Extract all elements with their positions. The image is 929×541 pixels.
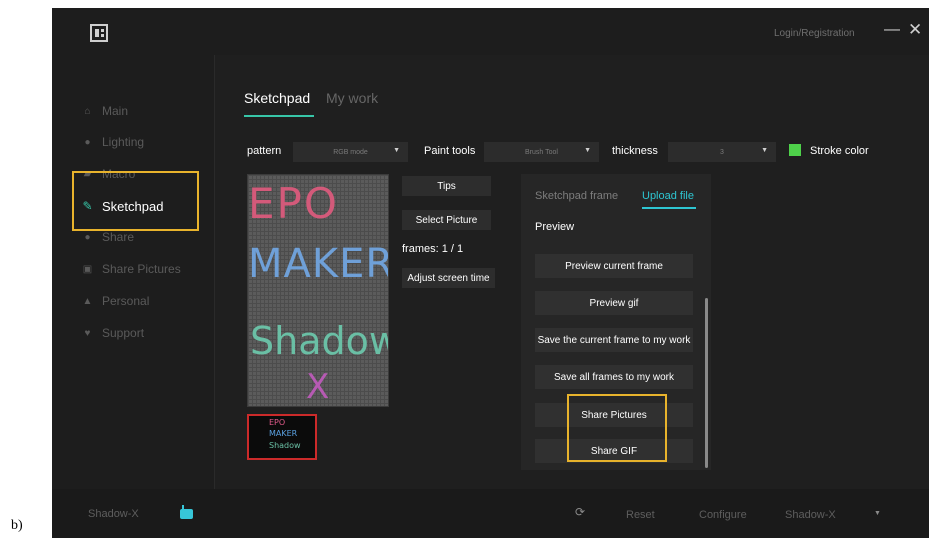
sketch-canvas[interactable]: EPO MAKER Shadow X (247, 174, 389, 407)
heart-icon: ♥ (84, 327, 91, 339)
sidebar-item-label: Main (102, 104, 129, 118)
person-icon: ▲ (82, 295, 93, 307)
tab-my-work[interactable]: My work (326, 90, 378, 106)
paint-tools-select-value: Brush Tool (525, 148, 558, 156)
home-icon: ⌂ (84, 105, 91, 117)
tab-upload-file[interactable]: Upload file (642, 190, 694, 202)
figure-caption: b) (11, 518, 23, 533)
share-icon: ● (84, 231, 91, 243)
pattern-label: pattern (247, 145, 282, 157)
active-tab-underline (244, 115, 314, 117)
sidebar: ⌂ Main ● Lighting ▰ Macro ✎ Sketchpad ● … (52, 55, 215, 489)
sidebar-item-label: Lighting (102, 135, 145, 149)
title-bar: Login/Registration — ✕ (52, 8, 929, 55)
bulb-icon: ● (84, 136, 91, 148)
preview-section-label: Preview (535, 221, 575, 233)
preview-gif-button[interactable]: Preview gif (535, 291, 693, 315)
preview-current-frame-button[interactable]: Preview current frame (535, 254, 693, 278)
sidebar-item-main[interactable]: ⌂ Main (82, 101, 128, 121)
refresh-icon[interactable]: ⟳ (575, 505, 585, 519)
sidebar-item-share-pictures[interactable]: ▣ Share Pictures (82, 259, 181, 279)
pattern-select[interactable]: RGB mode ▼ (293, 142, 408, 162)
sidebar-item-label: Share (102, 230, 135, 244)
stroke-color-label: Stroke color (810, 145, 869, 157)
configure-button[interactable]: Configure (699, 509, 747, 521)
device-name: Shadow-X (88, 508, 139, 520)
active-tab-underline (642, 207, 696, 209)
login-registration-link[interactable]: Login/Registration (774, 28, 855, 39)
chevron-down-icon: ▼ (584, 147, 591, 154)
share-pictures-icon: ▣ (82, 263, 93, 275)
paint-tools-label: Paint tools (424, 145, 476, 157)
close-icon[interactable]: ✕ (908, 21, 922, 38)
profile-select[interactable]: Shadow-X (785, 509, 836, 521)
tips-button[interactable]: Tips (402, 176, 491, 196)
tab-sketchpad-frame[interactable]: Sketchpad frame (535, 190, 618, 202)
sidebar-item-lighting[interactable]: ● Lighting (82, 132, 144, 152)
paint-tools-select[interactable]: Brush Tool ▼ (484, 142, 599, 162)
chevron-down-icon: ▼ (393, 147, 400, 154)
thickness-select[interactable]: 3 ▼ (668, 142, 776, 162)
save-all-frames-button[interactable]: Save all frames to my work (535, 365, 693, 389)
thickness-label: thickness (612, 145, 658, 157)
pattern-select-value: RGB mode (333, 148, 368, 156)
thumb-text-line: EPO (269, 418, 286, 427)
canvas-text-line: X (306, 367, 330, 407)
status-bar: Shadow-X ⟳ Reset Configure Shadow-X ▼ (52, 489, 929, 538)
app-logo-icon (90, 24, 108, 42)
sidebar-item-label: Share Pictures (102, 262, 181, 276)
frames-counter: frames: 1 / 1 (402, 243, 464, 255)
chevron-down-icon[interactable]: ▼ (874, 510, 881, 517)
sketchpad-toolbar: pattern RGB mode ▼ Paint tools Brush Too… (247, 141, 927, 163)
canvas-text-line: Shadow (250, 319, 389, 363)
thumb-text-line: MAKER (269, 429, 298, 438)
chevron-down-icon: ▼ (761, 147, 768, 154)
sidebar-item-personal[interactable]: ▲ Personal (82, 291, 150, 311)
canvas-text-line: EPO (248, 179, 339, 228)
highlight-box-share-buttons (567, 394, 667, 462)
select-picture-button[interactable]: Select Picture (402, 210, 491, 230)
device-connected-icon (180, 505, 193, 519)
canvas-text-line: MAKER (248, 241, 389, 287)
minimize-icon[interactable]: — (884, 22, 900, 38)
panel-scrollbar[interactable] (705, 298, 708, 468)
reset-button[interactable]: Reset (626, 509, 655, 521)
highlight-box-share-nav (72, 171, 199, 231)
app-window: Login/Registration — ✕ ⌂ Main ● Lighting… (52, 8, 929, 538)
adjust-screen-time-button[interactable]: Adjust screen time (402, 268, 495, 288)
thumb-text-line: Shadow (269, 441, 301, 450)
frame-thumbnail[interactable]: EPO MAKER Shadow (247, 414, 317, 460)
thickness-select-value: 3 (720, 148, 724, 156)
stroke-color-swatch[interactable] (789, 144, 801, 156)
sidebar-item-label: Personal (102, 294, 150, 308)
sidebar-item-label: Support (102, 326, 145, 340)
sidebar-item-support[interactable]: ♥ Support (82, 323, 145, 343)
save-current-frame-button[interactable]: Save the current frame to my work (535, 328, 693, 352)
tab-sketchpad[interactable]: Sketchpad (244, 90, 310, 106)
